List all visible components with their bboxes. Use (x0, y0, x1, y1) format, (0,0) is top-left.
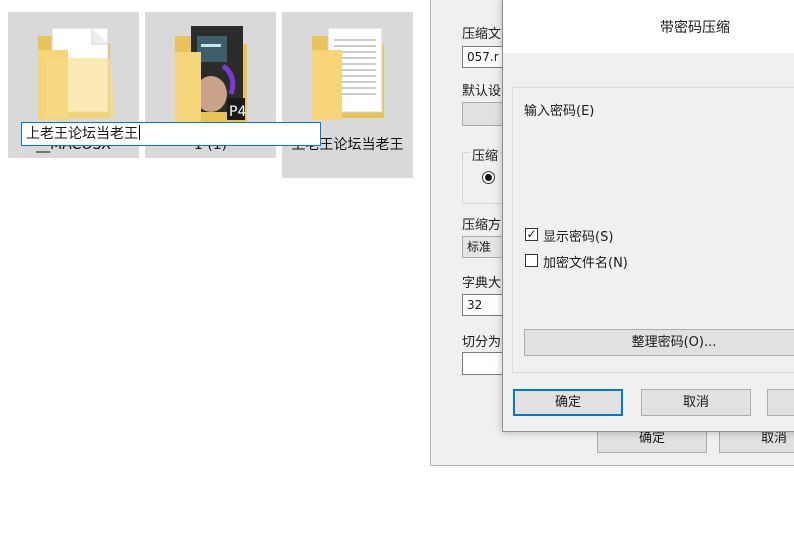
folder-laowang[interactable]: 上老王论坛当老王 (282, 12, 413, 178)
show-password-label[interactable]: 显示密码(S) (543, 226, 613, 245)
split-volume-label: 切分为 (462, 335, 502, 350)
dictionary-size-label: 字典大 (462, 276, 502, 291)
password-text: 上老王论坛当老王 (26, 126, 138, 142)
badge-text: P4 (229, 104, 246, 120)
password-dialog: 带密码压缩 (502, 0, 794, 432)
folder-icon (37, 27, 116, 120)
default-settings-label: 默认设 (462, 84, 502, 99)
organize-passwords-button[interactable]: 整理密码(O)... (524, 329, 794, 356)
enter-password-label: 输入密码(E) (524, 104, 595, 119)
archive-format-label: 压缩 (470, 145, 501, 164)
compression-method-label: 压缩方 (462, 218, 502, 233)
password-ok-button[interactable]: 确定 (513, 389, 623, 416)
archive-name-label: 压缩文 (462, 27, 502, 42)
format-radio[interactable] (482, 171, 495, 184)
password-input[interactable]: 上老王论坛当老王 (21, 122, 321, 146)
encrypt-filenames-checkbox[interactable] (525, 254, 538, 267)
password-dialog-titlebar: 带密码压缩 (503, 0, 794, 53)
text-caret (139, 125, 140, 140)
password-dialog-title: 带密码压缩 (660, 20, 730, 36)
folder-icon (311, 27, 384, 120)
password-help-button[interactable] (767, 389, 794, 416)
encrypt-filenames-label[interactable]: 加密文件名(N) (543, 252, 628, 271)
show-password-checkbox[interactable]: ✓ (525, 228, 538, 241)
password-cancel-button[interactable]: 取消 (641, 389, 751, 416)
folder-icon: P4 (174, 26, 247, 128)
